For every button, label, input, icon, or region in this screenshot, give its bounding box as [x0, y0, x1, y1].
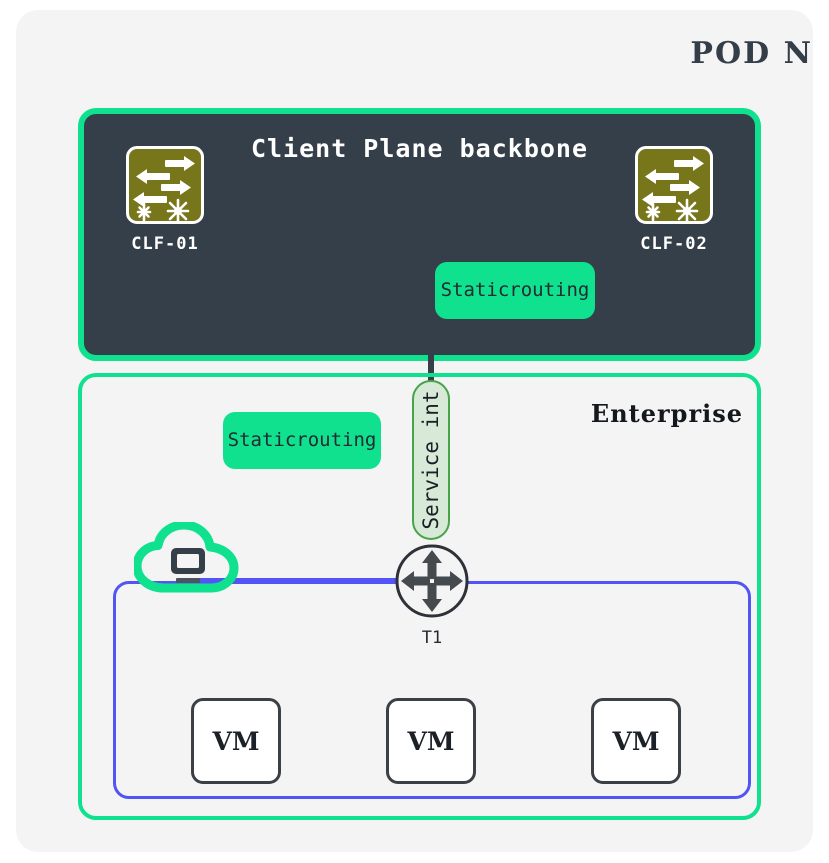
- cloud-with-monitor-icon: [132, 520, 239, 593]
- network-switch-icon: [635, 146, 713, 224]
- router-node-t1[interactable]: [394, 543, 470, 619]
- pod-container: POD N Client Plane backbone CLF-01 CLF-0…: [16, 10, 813, 852]
- static-routing-badge-backbone: Static routing: [435, 262, 595, 319]
- enterprise-title: Enterprise: [590, 399, 743, 428]
- cloud-node[interactable]: [132, 520, 242, 594]
- page-title: POD N: [690, 36, 813, 71]
- router-label-t1: T1: [421, 628, 443, 648]
- vm-box[interactable]: VM: [591, 698, 681, 784]
- service-interface-label: Service int: [419, 390, 443, 530]
- network-switch-icon: [126, 146, 204, 224]
- vm-box[interactable]: VM: [386, 698, 476, 784]
- static-routing-badge-enterprise: Static routing: [223, 412, 381, 469]
- service-interface-pill[interactable]: Service int: [412, 380, 450, 540]
- client-plane-backbone-box: Client Plane backbone CLF-01 CLF-02: [78, 108, 761, 361]
- switch-label-clf-02: CLF-02: [640, 234, 708, 254]
- diagram-canvas: POD N Client Plane backbone CLF-01 CLF-0…: [0, 0, 829, 863]
- switch-node-clf-01[interactable]: CLF-01: [117, 146, 213, 254]
- router-icon: [395, 544, 469, 618]
- switch-node-clf-02[interactable]: CLF-02: [626, 146, 722, 254]
- switch-label-clf-01: CLF-01: [131, 234, 199, 254]
- vm-box[interactable]: VM: [191, 698, 281, 784]
